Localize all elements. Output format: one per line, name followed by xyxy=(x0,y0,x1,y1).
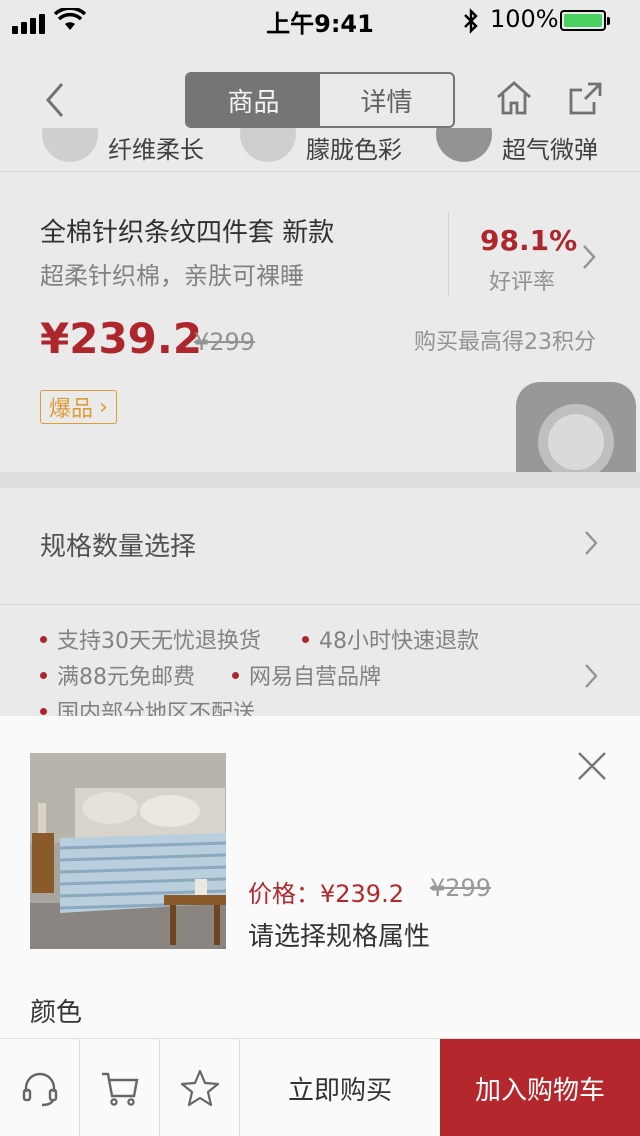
feature-item: 纤维柔长 xyxy=(42,128,204,165)
status-bar: 上午9:41 100% xyxy=(0,0,640,40)
cart-icon xyxy=(101,1072,138,1106)
rating-label[interactable]: 好评率 xyxy=(489,264,555,296)
chevron-right-icon xyxy=(585,531,598,555)
badge-label: 爆品 xyxy=(49,397,94,422)
feature-label: 纤维柔长 xyxy=(108,136,204,164)
spec-selector[interactable]: 规格数量选择 xyxy=(0,488,640,592)
product-subtitle: 超柔针织棉，亲肤可裸睡 xyxy=(40,262,304,290)
headset-icon xyxy=(22,1072,57,1107)
buy-now-button[interactable]: 立即购买 xyxy=(240,1039,440,1136)
points-info: 购买最高得23积分 xyxy=(414,330,596,355)
spec-prompt: 请选择规格属性 xyxy=(248,922,431,952)
home-icon[interactable] xyxy=(494,78,534,118)
share-icon[interactable] xyxy=(566,78,606,118)
feature-item: 朦胧色彩 xyxy=(240,128,402,165)
service-list[interactable]: 支持30天无忧退换货 48小时快速退款 满88元免邮费 网易自营品牌 国内部分地… xyxy=(0,604,640,726)
favorite-button[interactable] xyxy=(160,1039,240,1136)
feature-thumb xyxy=(42,128,98,162)
battery-icon xyxy=(560,10,610,31)
original-price: ¥299 xyxy=(194,328,256,356)
chevron-right-icon[interactable] xyxy=(580,242,598,272)
segment-control: 商品 详情 xyxy=(185,72,455,128)
spec-label: 规格数量选择 xyxy=(40,532,197,562)
add-to-cart-button[interactable]: 加入购物车 xyxy=(440,1039,640,1136)
sheet-price: 价格：¥239.2 xyxy=(248,880,404,908)
feature-label: 超气微弹 xyxy=(502,136,598,164)
battery-percent: 100% xyxy=(490,5,559,33)
close-icon[interactable] xyxy=(576,750,608,782)
cart-button[interactable] xyxy=(80,1039,160,1136)
bluetooth-icon xyxy=(464,8,478,34)
sheet-original-price: ¥299 xyxy=(430,874,492,902)
product-price: ¥239.2 xyxy=(40,314,203,363)
nav-bar: 商品 详情 xyxy=(0,40,640,128)
feature-thumbnails: 纤维柔长 朦胧色彩 超气微弹 xyxy=(0,128,640,172)
feature-item: 超气微弹 xyxy=(436,128,598,165)
chevron-right-icon xyxy=(585,664,598,688)
star-icon xyxy=(180,1069,219,1107)
chevron-left-icon[interactable] xyxy=(40,80,70,120)
section-gap xyxy=(0,472,640,488)
product-title: 全棉针织条纹四件套 新款 xyxy=(40,218,335,248)
product-image xyxy=(30,753,226,949)
feature-thumb xyxy=(240,128,296,162)
divider xyxy=(448,212,449,296)
chevron-right-icon: › xyxy=(99,394,108,420)
action-bar: 立即购买 加入购物车 xyxy=(0,1038,640,1136)
service-item: 48小时快速退款 xyxy=(302,623,479,655)
customer-service-button[interactable] xyxy=(0,1039,80,1136)
hot-badge[interactable]: 爆品 › xyxy=(40,390,117,424)
service-item: 满88元免邮费 xyxy=(40,659,195,691)
feature-thumb xyxy=(436,128,492,162)
rating-value[interactable]: 98.1% xyxy=(480,224,577,257)
service-item: 支持30天无忧退换货 xyxy=(40,623,261,655)
service-item: 网易自营品牌 xyxy=(232,659,381,691)
feature-label: 朦胧色彩 xyxy=(306,136,402,164)
tab-details[interactable]: 详情 xyxy=(320,74,453,126)
color-label: 颜色 xyxy=(30,998,83,1028)
tab-goods[interactable]: 商品 xyxy=(187,74,320,126)
